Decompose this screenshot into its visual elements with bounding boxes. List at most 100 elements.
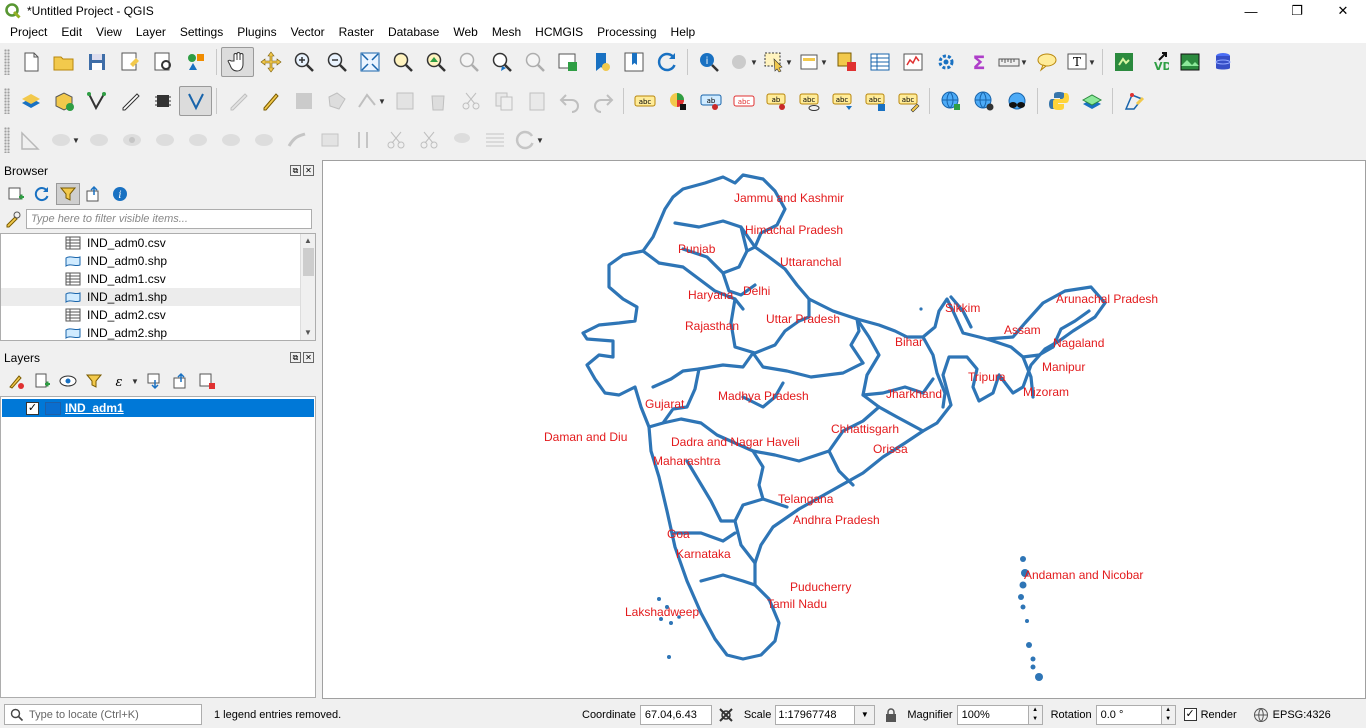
layer-row[interactable]: ✓ IND_adm1 [2, 399, 314, 417]
copy-features-icon[interactable] [487, 86, 520, 116]
zoom-full-icon[interactable] [353, 47, 386, 77]
filter-options-icon[interactable] [4, 210, 22, 228]
toggle-extents-icon[interactable] [716, 705, 736, 725]
hcmgis-plugin-icon[interactable] [1107, 47, 1140, 77]
scroll-thumb[interactable] [303, 248, 314, 276]
add-wms-layer-icon[interactable] [934, 86, 967, 116]
new-map-view-icon[interactable] [551, 47, 584, 77]
refresh-icon[interactable] [30, 183, 54, 205]
style-manager-icon[interactable] [179, 47, 212, 77]
open-project-icon[interactable] [47, 47, 80, 77]
database-icon[interactable] [1206, 47, 1239, 77]
locator-search-field[interactable]: Type to locate (Ctrl+K) [4, 704, 202, 725]
measure-line-icon[interactable] [995, 47, 1023, 77]
add-layers-icon[interactable] [4, 183, 28, 205]
show-bookmarks-icon[interactable] [617, 47, 650, 77]
toolbar-handle[interactable] [4, 127, 10, 153]
layers-tree[interactable]: ✓ IND_adm1 [0, 396, 316, 698]
add-ring-icon[interactable] [47, 125, 75, 155]
python-console-icon[interactable] [1042, 86, 1075, 116]
layer-styling-icon[interactable] [1075, 86, 1108, 116]
new-bookmark-icon[interactable] [584, 47, 617, 77]
chevron-down-icon[interactable]: ▼ [1020, 47, 1028, 77]
scale-dropdown-icon[interactable]: ▼ [855, 704, 876, 725]
zoom-out-icon[interactable] [320, 47, 353, 77]
reshape-features-icon[interactable] [214, 125, 247, 155]
toolbar-handle[interactable] [4, 49, 10, 75]
menu-hcmgis[interactable]: HCMGIS [528, 22, 590, 43]
crs-label[interactable]: EPSG:4326 [1273, 709, 1331, 721]
select-features-icon[interactable] [760, 47, 788, 77]
zoom-to-selection-icon[interactable] [386, 47, 419, 77]
map-canvas[interactable]: Jammu and Kashmir Himachal Pradesh Punja… [322, 160, 1366, 699]
chevron-down-icon[interactable]: ▼ [1088, 47, 1096, 77]
delete-part-icon[interactable] [181, 125, 214, 155]
globe-icon[interactable] [1253, 707, 1269, 723]
chevron-down-icon[interactable]: ▼ [131, 366, 139, 396]
add-feature-icon[interactable] [320, 86, 353, 116]
dock-close-button[interactable]: ✕ [303, 165, 314, 176]
identify-features-icon[interactable]: i [692, 47, 725, 77]
coordinate-field[interactable]: 67.04,6.43 [639, 704, 712, 725]
zoom-to-layer-icon[interactable] [419, 47, 452, 77]
raster-plugin-icon[interactable] [1173, 47, 1206, 77]
remove-layer-icon[interactable] [195, 370, 219, 392]
merge-attributes-icon[interactable] [445, 125, 478, 155]
minimize-button[interactable]: — [1228, 0, 1274, 22]
manage-visibility-icon[interactable] [56, 370, 80, 392]
menu-raster[interactable]: Raster [332, 22, 381, 43]
menu-edit[interactable]: Edit [54, 22, 89, 43]
list-item[interactable]: IND_adm0.csv [1, 234, 315, 252]
pin-unpin-labels-icon[interactable]: abc [727, 86, 760, 116]
fill-ring-icon[interactable] [115, 125, 148, 155]
toggle-editing-icon[interactable] [254, 86, 287, 116]
paste-features-icon[interactable] [520, 86, 553, 116]
layer-visibility-checkbox[interactable]: ✓ [26, 401, 39, 415]
collapse-all-icon[interactable] [82, 183, 106, 205]
scroll-up-icon[interactable]: ▲ [301, 234, 315, 248]
vertex-tool-icon[interactable] [353, 86, 381, 116]
list-item[interactable]: IND_adm2.csv [1, 306, 315, 324]
topology-checker-icon[interactable] [1117, 86, 1150, 116]
add-vector-icon[interactable] [80, 86, 113, 116]
run-action-icon[interactable] [725, 47, 753, 77]
delete-ring-icon[interactable] [148, 125, 181, 155]
save-project-icon[interactable] [80, 47, 113, 77]
browser-scrollbar[interactable]: ▲ ▼ [300, 234, 315, 340]
render-checkbox[interactable]: ✓ [1183, 708, 1197, 721]
browser-tree[interactable]: IND_adm0.csv IND_adm0.shp IND_adm1.csv I… [0, 233, 316, 341]
filter-by-expression-icon[interactable]: ε [108, 370, 132, 392]
layer-labeling-icon[interactable]: abc [628, 86, 661, 116]
menu-mesh[interactable]: Mesh [485, 22, 528, 43]
new-geopackage-icon[interactable] [47, 86, 80, 116]
list-item[interactable]: IND_adm0.shp [1, 252, 315, 270]
offset-curve-icon[interactable] [247, 125, 280, 155]
rotation-spinner[interactable]: ▲ ▼ [1161, 704, 1176, 725]
layout-manager-icon[interactable] [146, 47, 179, 77]
filter-legend-icon[interactable] [82, 370, 106, 392]
add-spatialite-icon[interactable] [146, 86, 179, 116]
data-source-manager-icon[interactable] [14, 86, 47, 116]
vd-plugin-icon[interactable]: VD [1140, 47, 1173, 77]
magnifier-spinner[interactable]: ▲ ▼ [1028, 704, 1043, 725]
attribute-table-icon[interactable] [863, 47, 896, 77]
add-arcgis-layer-icon[interactable] [1000, 86, 1033, 116]
add-delimited-text-icon[interactable] [113, 86, 146, 116]
list-item[interactable]: IND_adm1.csv [1, 270, 315, 288]
menu-processing[interactable]: Processing [590, 22, 663, 43]
modify-attributes-icon[interactable] [388, 86, 421, 116]
current-edits-icon[interactable] [221, 86, 254, 116]
deselect-all-icon[interactable] [830, 47, 863, 77]
advanced-digitizing-icon[interactable] [14, 125, 47, 155]
toolbar-handle[interactable] [4, 88, 10, 114]
pan-to-selection-icon[interactable] [254, 47, 287, 77]
menu-plugins[interactable]: Plugins [230, 22, 283, 43]
statistical-summary-icon[interactable]: Σ [962, 47, 995, 77]
menu-settings[interactable]: Settings [173, 22, 230, 43]
add-virtual-layer-icon[interactable] [179, 86, 212, 116]
delete-selected-icon[interactable] [421, 86, 454, 116]
reverse-line-icon[interactable] [280, 125, 313, 155]
expand-all-icon[interactable] [143, 370, 167, 392]
processing-toolbox-icon[interactable] [929, 47, 962, 77]
dock-close-button[interactable]: ✕ [303, 352, 314, 363]
